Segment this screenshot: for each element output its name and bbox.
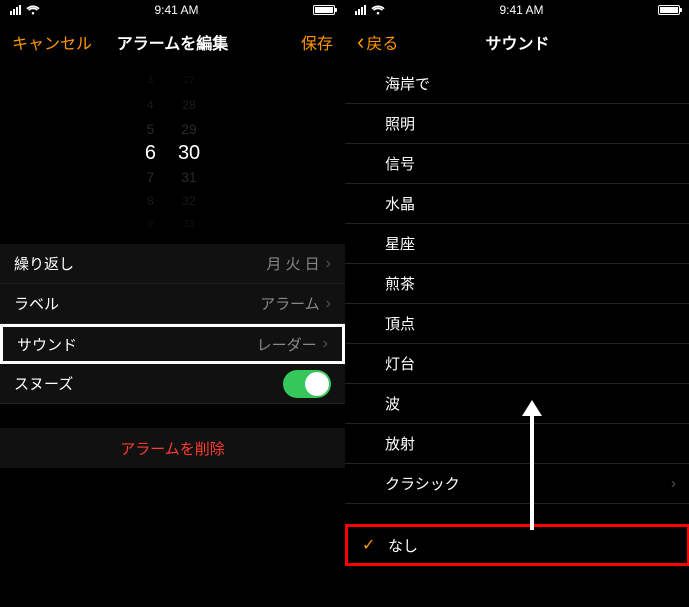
sound-option[interactable]: 放射 (345, 424, 689, 464)
status-bar: 9:41 AM (0, 0, 345, 20)
alarm-label-value: アラーム (260, 293, 320, 314)
sound-option-label: 波 (385, 393, 676, 414)
picker-hour-option: 7 (146, 165, 154, 189)
sound-option[interactable]: 頂点 (345, 304, 689, 344)
picker-min-option: 31 (181, 165, 197, 189)
repeat-row[interactable]: 繰り返し 月 火 日 › (0, 244, 345, 284)
snooze-row: スヌーズ (0, 364, 345, 404)
phone-edit-alarm: 9:41 AM キャンセル アラームを編集 保存 3 4 5 6 7 8 9 2… (0, 0, 345, 607)
sound-option-label: 信号 (385, 153, 676, 174)
picker-minutes[interactable]: 27 28 29 30 31 32 33 (178, 68, 200, 238)
sound-option-label: 水晶 (385, 193, 676, 214)
repeat-label: 繰り返し (14, 253, 74, 274)
picker-min-selected: 30 (178, 141, 200, 165)
picker-min-option: 33 (184, 213, 195, 237)
sound-list: 海岸で照明信号水晶星座煎茶頂点灯台波放射クラシック› (345, 64, 689, 504)
alarm-label-label: ラベル (14, 293, 59, 314)
status-time: 9:41 AM (499, 3, 543, 17)
repeat-value: 月 火 日 (266, 253, 319, 274)
back-button[interactable]: ‹ 戻る (357, 30, 398, 54)
sound-none-label: なし (388, 535, 673, 556)
snooze-toggle[interactable] (283, 370, 331, 398)
sound-option[interactable]: 星座 (345, 224, 689, 264)
signal-bars-icon (10, 5, 21, 15)
sound-option[interactable]: 煎茶 (345, 264, 689, 304)
sound-row[interactable]: サウンド レーダー › (0, 324, 345, 364)
battery-icon (658, 5, 680, 15)
picker-hours[interactable]: 3 4 5 6 7 8 9 (145, 68, 156, 238)
save-button[interactable]: 保存 (301, 30, 333, 54)
delete-alarm-button[interactable]: アラームを削除 (0, 428, 345, 468)
sound-option-label: 煎茶 (385, 273, 676, 294)
sound-option-label: 照明 (385, 113, 676, 134)
sound-option-label: クラシック (385, 473, 671, 494)
chevron-right-icon: › (326, 295, 331, 313)
chevron-left-icon: ‹ (357, 31, 364, 53)
sound-option[interactable]: 海岸で (345, 64, 689, 104)
label-row[interactable]: ラベル アラーム › (0, 284, 345, 324)
picker-min-option: 29 (181, 117, 197, 141)
picker-hour-option: 5 (146, 117, 154, 141)
status-time: 9:41 AM (154, 3, 198, 17)
nav-bar: ‹ 戻る サウンド (345, 20, 689, 64)
battery-icon (313, 5, 335, 15)
sound-option-label: 星座 (385, 233, 676, 254)
sound-option-label: 海岸で (385, 73, 676, 94)
nav-title: アラームを編集 (92, 30, 253, 54)
picker-min-option: 28 (182, 93, 195, 117)
picker-min-option: 27 (184, 69, 195, 93)
back-label: 戻る (366, 30, 398, 54)
sound-option[interactable]: 水晶 (345, 184, 689, 224)
sound-option[interactable]: 灯台 (345, 344, 689, 384)
cancel-button[interactable]: キャンセル (12, 30, 92, 54)
nav-bar: キャンセル アラームを編集 保存 (0, 20, 345, 64)
phone-sound-list: 9:41 AM ‹ 戻る サウンド 海岸で照明信号水晶星座煎茶頂点灯台波放射クラ… (345, 0, 689, 607)
picker-hour-option: 9 (148, 213, 154, 237)
wifi-icon (371, 5, 385, 15)
picker-hour-option: 4 (147, 93, 154, 117)
time-picker[interactable]: 3 4 5 6 7 8 9 27 28 29 30 31 32 33 (0, 68, 345, 238)
sound-option[interactable]: 波 (345, 384, 689, 424)
nav-title: サウンド (437, 30, 598, 54)
sound-option-label: 放射 (385, 433, 676, 454)
picker-hour-selected: 6 (145, 141, 156, 165)
picker-hour-option: 3 (148, 69, 154, 93)
snooze-label: スヌーズ (14, 373, 73, 394)
sound-option-label: 頂点 (385, 313, 676, 334)
sound-label: サウンド (17, 334, 77, 355)
sound-option[interactable]: 信号 (345, 144, 689, 184)
chevron-right-icon: › (323, 335, 328, 353)
signal-bars-icon (355, 5, 366, 15)
check-icon: ✓ (362, 535, 375, 555)
status-bar: 9:41 AM (345, 0, 689, 20)
sound-option-none[interactable]: ✓ なし (345, 524, 689, 566)
sound-value: レーダー (257, 334, 317, 355)
picker-min-option: 32 (182, 189, 195, 213)
sound-option[interactable]: クラシック› (345, 464, 689, 504)
chevron-right-icon: › (326, 255, 331, 273)
sound-option-label: 灯台 (385, 353, 676, 374)
sound-option[interactable]: 照明 (345, 104, 689, 144)
picker-hour-option: 8 (147, 189, 154, 213)
wifi-icon (26, 5, 40, 15)
chevron-right-icon: › (671, 475, 676, 492)
